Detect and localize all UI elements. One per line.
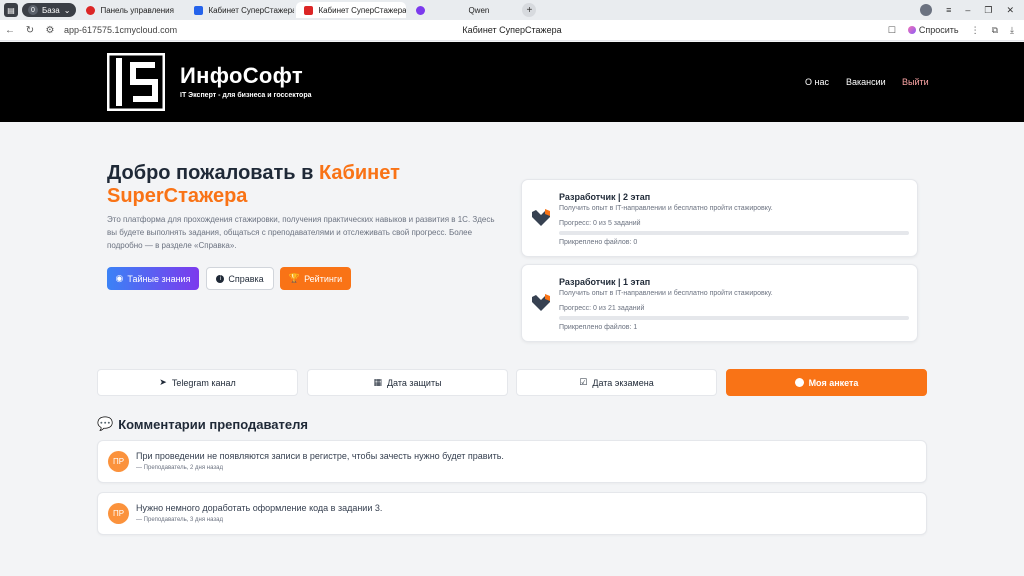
stage-progress-bar xyxy=(559,316,909,320)
clipboard-check-icon: ☑ xyxy=(579,377,588,387)
stage-files-count: Прикреплено файлов: 0 xyxy=(559,239,638,246)
comments-icon: 💬 xyxy=(97,416,114,431)
welcome-title: Добро пожаловать в Кабинет SuperСтажера xyxy=(107,162,507,208)
brand-name: ИнфоСофт xyxy=(180,63,303,88)
tab-title: Кабинет СуперСтажера xyxy=(318,5,407,15)
ask-button[interactable]: Спросить xyxy=(907,25,959,35)
profile-avatar-icon[interactable] xyxy=(920,4,933,16)
eye-icon: ◉ xyxy=(115,273,124,283)
telegram-icon: ➤ xyxy=(159,377,167,387)
ratings-button[interactable]: 🏆 Рейтинги xyxy=(280,267,351,290)
stage-progress-text: Прогресс: 0 из 5 заданий xyxy=(559,220,641,227)
ai-assistant-icon xyxy=(907,26,916,34)
more-options-icon[interactable]: ⋮ xyxy=(971,25,980,36)
tab-superstazher-1[interactable]: Кабинет СуперСтажера xyxy=(186,2,294,18)
telegram-channel-button[interactable]: ➤ Telegram канал xyxy=(97,369,298,396)
menu-icon[interactable]: ≡ xyxy=(946,5,951,15)
comment-text: При проведении не появляются записи в ре… xyxy=(136,451,504,461)
comment-meta: — Преподаватель, 3 дня назад xyxy=(136,517,223,523)
info-icon: i xyxy=(216,274,225,283)
user-circle-icon xyxy=(794,378,804,387)
tab-qwen[interactable]: Qwen xyxy=(408,2,516,18)
welcome-text: Это платформа для прохождения стажировки… xyxy=(107,215,495,250)
comment-item: ПР Нужно немного доработать оформление к… xyxy=(97,492,927,535)
nav-vacancies[interactable]: Вакансии xyxy=(846,77,886,87)
close-window-icon[interactable]: ✕ xyxy=(1006,5,1014,16)
defense-date-button[interactable]: ▦ Дата защиты xyxy=(307,369,508,396)
workspace-label: База xyxy=(42,5,60,15)
chevron-down-icon: ⌄ xyxy=(63,5,71,15)
bookmark-icon[interactable]: ☐ xyxy=(888,25,896,36)
tab-favicon-icon xyxy=(304,5,314,15)
comment-item: ПР При проведении не появляются записи в… xyxy=(97,440,927,483)
secret-knowledge-label: Тайные знания xyxy=(127,273,191,284)
stage-card-2[interactable]: Разработчик | 2 этап Получить опыт в IT-… xyxy=(521,179,918,257)
infosoft-logo-icon[interactable] xyxy=(107,53,165,111)
nav-about[interactable]: О нас xyxy=(805,77,829,87)
workspace-count: 0 xyxy=(28,5,38,15)
my-profile-label: Моя анкета xyxy=(808,377,859,388)
stage-title: Разработчик | 2 этап xyxy=(559,192,651,202)
browser-menu-icon[interactable]: ▤ xyxy=(4,3,18,17)
tab-title: Панель управления xyxy=(100,5,174,15)
teacher-avatar: ПР xyxy=(108,503,129,524)
nav-logout[interactable]: Выйти xyxy=(902,77,929,87)
back-icon[interactable]: ← xyxy=(0,25,20,36)
new-tab-button[interactable]: + xyxy=(522,3,537,17)
comments-heading-text: Комментарии преподавателя xyxy=(118,416,308,432)
tab-favicon-icon xyxy=(86,5,96,15)
stage-description: Получить опыт в IT-направлении и бесплат… xyxy=(559,290,773,297)
help-label: Справка xyxy=(228,273,264,284)
exam-date-label: Дата экзамена xyxy=(592,377,654,388)
help-button[interactable]: i Справка xyxy=(206,267,274,290)
site-info-icon[interactable]: ⚙ xyxy=(40,25,60,36)
reload-icon[interactable]: ↻ xyxy=(20,25,40,36)
ask-label: Спросить xyxy=(918,25,959,35)
workspace-switcher[interactable]: 0 База ⌄ xyxy=(22,3,77,17)
tab-favicon-icon xyxy=(194,5,204,15)
teacher-avatar: ПР xyxy=(108,451,129,472)
calendar-icon: ▦ xyxy=(373,377,382,387)
stage-files-count: Прикреплено файлов: 1 xyxy=(559,324,638,331)
tab-control-panel[interactable]: Панель управления xyxy=(78,2,184,18)
telegram-label: Telegram канал xyxy=(171,377,236,388)
stage-shield-icon xyxy=(532,294,550,311)
comment-meta: — Преподаватель, 2 дня назад xyxy=(136,465,223,471)
stage-title: Разработчик | 1 этап xyxy=(559,277,651,287)
stage-progress-bar xyxy=(559,231,909,235)
secret-knowledge-button[interactable]: ◉ Тайные знания xyxy=(107,267,199,290)
tab-title: Кабинет СуперСтажера xyxy=(208,5,295,15)
tab-superstazher-active[interactable]: Кабинет СуперСтажера × xyxy=(296,2,407,18)
tab-title: Qwen xyxy=(468,5,490,15)
welcome-title-prefix: Добро пожаловать в xyxy=(107,162,319,184)
stage-progress-text: Прогресс: 0 из 21 заданий xyxy=(559,305,645,312)
ratings-label: Рейтинги xyxy=(304,273,343,284)
trophy-icon: 🏆 xyxy=(288,273,301,283)
minimize-icon[interactable]: – xyxy=(965,5,970,15)
extensions-icon[interactable]: ⧉ xyxy=(992,25,998,36)
stage-card-1[interactable]: Разработчик | 1 этап Получить опыт в IT-… xyxy=(521,264,918,342)
stage-shield-icon xyxy=(532,209,550,226)
my-profile-button[interactable]: Моя анкета xyxy=(726,369,927,396)
restore-icon[interactable]: ❐ xyxy=(984,5,992,16)
tab-favicon-icon xyxy=(416,5,426,15)
exam-date-button[interactable]: ☑ Дата экзамена xyxy=(516,369,717,396)
brand-tagline: IT Эксперт - для бизнеса и госсектора xyxy=(180,92,312,99)
comment-text: Нужно немного доработать оформление кода… xyxy=(136,503,383,513)
url-field[interactable]: app-617575.1cmycloud.com xyxy=(64,25,177,35)
stage-description: Получить опыт в IT-направлении и бесплат… xyxy=(559,205,773,212)
address-bar: ← ↻ ⚙ app-617575.1cmycloud.com Кабинет С… xyxy=(0,20,1024,41)
defense-date-label: Дата защиты xyxy=(386,377,442,388)
download-icon[interactable]: ⤓ xyxy=(1010,25,1014,36)
comments-heading: 💬 Комментарии преподавателя xyxy=(97,416,308,432)
browser-tab-bar: ▤ 0 База ⌄ Панель управления Кабинет Суп… xyxy=(0,0,1024,20)
